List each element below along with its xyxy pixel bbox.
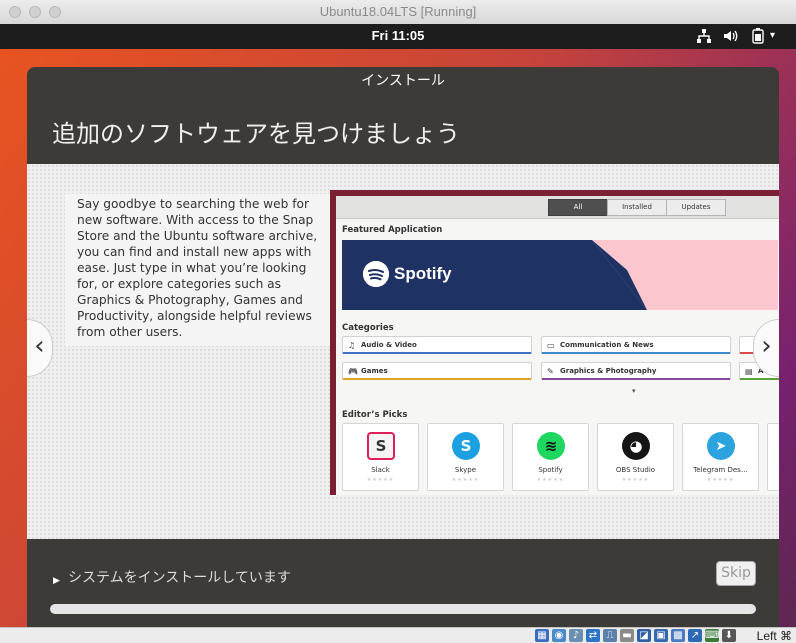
spotify-icon: ≋ — [537, 432, 565, 460]
battery-icon[interactable] — [752, 28, 764, 48]
pick-name: Slack — [371, 466, 390, 474]
pick-card-skype[interactable]: S Skype ★★★★★ — [427, 423, 504, 491]
tab-all[interactable]: All — [548, 199, 608, 216]
audio-icon[interactable]: ♪ — [569, 629, 583, 642]
software-tabs-bar: All Installed Updates — [336, 196, 779, 219]
categories-heading: Categories — [342, 323, 394, 333]
category-label: Communication & News — [560, 341, 654, 349]
editors-picks-heading: Editor’s Picks — [342, 410, 408, 420]
music-note-icon: ♫ — [348, 341, 356, 350]
cpu-icon[interactable]: ▩ — [671, 629, 685, 642]
host-window-title: Ubuntu18.04LTS [Running] — [319, 4, 477, 19]
pick-card-telegram[interactable]: ➤ Telegram Des… ★★★★★ — [682, 423, 759, 491]
pick-name: Telegram Des… — [693, 466, 748, 474]
chevron-left-icon: ‹ — [34, 331, 45, 361]
host-key-label: Left ⌘ — [756, 629, 792, 643]
expand-details-triangle-icon[interactable]: ▶ — [53, 576, 60, 586]
more-categories-chevron-down-icon[interactable]: ▾ — [632, 387, 636, 395]
tab-updates[interactable]: Updates — [666, 199, 726, 216]
slideshow-panel: Say goodbye to searching the web for new… — [27, 164, 779, 539]
featured-heading: Featured Application — [342, 225, 443, 235]
pick-card-partial[interactable] — [767, 423, 779, 491]
category-label: Games — [361, 367, 388, 375]
previous-slide-button[interactable]: ‹ — [27, 319, 53, 377]
pick-card-spotify[interactable]: ≋ Spotify ★★★★★ — [512, 423, 589, 491]
rating-stars: ★★★★★ — [536, 477, 565, 483]
system-menu-chevron-down-icon[interactable]: ▾ — [770, 30, 775, 41]
tab-installed[interactable]: Installed — [607, 199, 667, 216]
skip-button[interactable]: Skip — [716, 561, 756, 586]
vm-status-icons: ▦ ◉ ♪ ⇄ ⎍ ▬ ◪ ▣ ▩ ↗ ⌨ ⬇ — [535, 629, 736, 642]
mouse-integration-icon[interactable]: ↗ — [688, 629, 702, 642]
brush-icon: ✎ — [547, 367, 554, 376]
featured-banner[interactable]: Spotify — [342, 240, 778, 310]
category-label: Graphics & Photography — [560, 367, 657, 375]
optical-drive-icon[interactable]: ◉ — [552, 629, 566, 642]
software-tabs: All Installed Updates — [548, 199, 726, 216]
display-icon[interactable]: ◪ — [637, 629, 651, 642]
network-adapter-icon[interactable]: ⇄ — [586, 629, 600, 642]
category-games[interactable]: 🎮 Games — [342, 362, 532, 380]
gamepad-icon: 🎮 — [348, 367, 358, 376]
hard-disk-icon[interactable]: ▦ — [535, 629, 549, 642]
skype-icon: S — [452, 432, 480, 460]
pick-name: OBS Studio — [615, 466, 656, 474]
obs-studio-icon: ◕ — [622, 432, 650, 460]
keyboard-capture-icon[interactable]: ⌨ — [705, 629, 719, 642]
chevron-right-icon: › — [761, 331, 772, 361]
network-icon[interactable] — [696, 28, 712, 48]
slide-description: Say goodbye to searching the web for new… — [65, 194, 333, 346]
rating-stars: ★★★★★ — [621, 477, 650, 483]
category-graphics-photography[interactable]: ✎ Graphics & Photography — [541, 362, 731, 380]
install-status-text: システムをインストールしています — [68, 570, 291, 586]
host-window-titlebar: Ubuntu18.04LTS [Running] — [0, 0, 796, 25]
chat-icon: ▭ — [547, 341, 555, 350]
category-audio-video[interactable]: ♫ Audio & Video — [342, 336, 532, 354]
progress-fill — [50, 604, 756, 614]
shared-folders-icon[interactable]: ▬ — [620, 629, 634, 642]
install-progress-bar — [50, 604, 756, 614]
pick-card-obs-studio[interactable]: ◕ OBS Studio ★★★★★ — [597, 423, 674, 491]
rating-stars: ★★★★★ — [366, 477, 395, 483]
slide-title: 追加のソフトウェアを見つけましょう — [52, 120, 460, 148]
category-communication-news[interactable]: ▭ Communication & News — [541, 336, 731, 354]
pick-card-slack[interactable]: S Slack ★★★★★ — [342, 423, 419, 491]
software-center-app: All Installed Updates Featured Applicati… — [336, 196, 779, 495]
panel-clock[interactable]: Fri 11:05 — [0, 28, 796, 43]
category-label: Audio & Video — [361, 341, 417, 349]
pick-name: Spotify — [538, 466, 563, 474]
rating-stars: ★★★★★ — [451, 477, 480, 483]
slack-icon: S — [367, 432, 395, 460]
spotify-logo-icon — [363, 261, 389, 287]
volume-icon[interactable] — [722, 28, 738, 48]
host-key-indicator-icon[interactable]: ⬇ — [722, 629, 736, 642]
virtualbox-status-bar: ▦ ◉ ♪ ⇄ ⎍ ▬ ◪ ▣ ▩ ↗ ⌨ ⬇ Left ⌘ — [0, 627, 796, 643]
video-capture-icon[interactable]: ▣ — [654, 629, 668, 642]
rating-stars: ★★★★★ — [706, 477, 735, 483]
usb-icon[interactable]: ⎍ — [603, 629, 617, 642]
featured-app-name: Spotify — [394, 264, 452, 283]
pick-name: Skype — [454, 466, 477, 474]
installer-header: インストール — [361, 73, 445, 89]
software-center-screenshot: All Installed Updates Featured Applicati… — [330, 190, 779, 495]
category-icon: ▤ — [745, 367, 753, 376]
ubuntu-top-panel: Fri 11:05 ▾ — [0, 24, 796, 49]
telegram-icon: ➤ — [707, 432, 735, 460]
installer-window: インストール 追加のソフトウェアを見つけましょう Say goodbye to … — [27, 67, 779, 627]
